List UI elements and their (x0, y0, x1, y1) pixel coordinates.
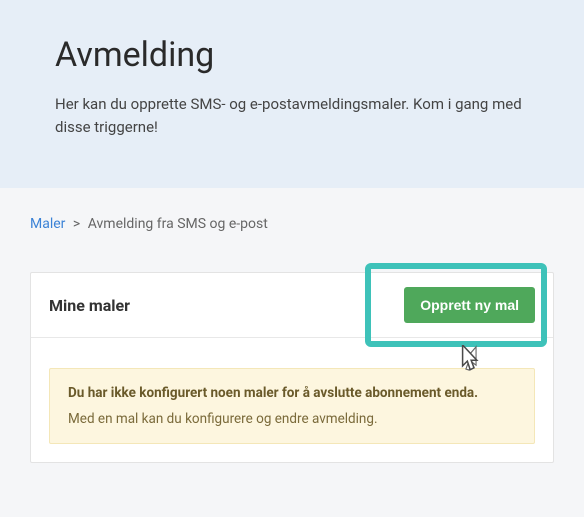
cursor-icon (457, 345, 483, 379)
create-template-button[interactable]: Opprett ny mal (404, 287, 535, 323)
breadcrumb-link-maler[interactable]: Maler (30, 216, 65, 232)
empty-state-alert: Du har ikke konfigurert noen maler for å… (49, 368, 535, 444)
breadcrumb: Maler > Avmelding fra SMS og e-post (0, 188, 584, 232)
create-button-wrapper: Opprett ny mal (404, 287, 535, 323)
alert-title: Du har ikke konfigurert noen maler for å… (68, 385, 516, 401)
breadcrumb-current: Avmelding fra SMS og e-post (88, 216, 268, 232)
templates-panel: Mine maler Opprett ny mal Du har ikke ko… (30, 272, 554, 463)
panel-header: Mine maler Opprett ny mal (31, 273, 553, 338)
page-title: Avmelding (55, 35, 529, 75)
alert-text: Med en mal kan du konfigurere og endre a… (68, 411, 516, 427)
page-subtitle: Her kan du opprette SMS- og e-postavmeld… (55, 93, 529, 138)
breadcrumb-separator: > (73, 216, 80, 232)
page-header: Avmelding Her kan du opprette SMS- og e-… (0, 0, 584, 188)
panel-title: Mine maler (49, 296, 130, 315)
